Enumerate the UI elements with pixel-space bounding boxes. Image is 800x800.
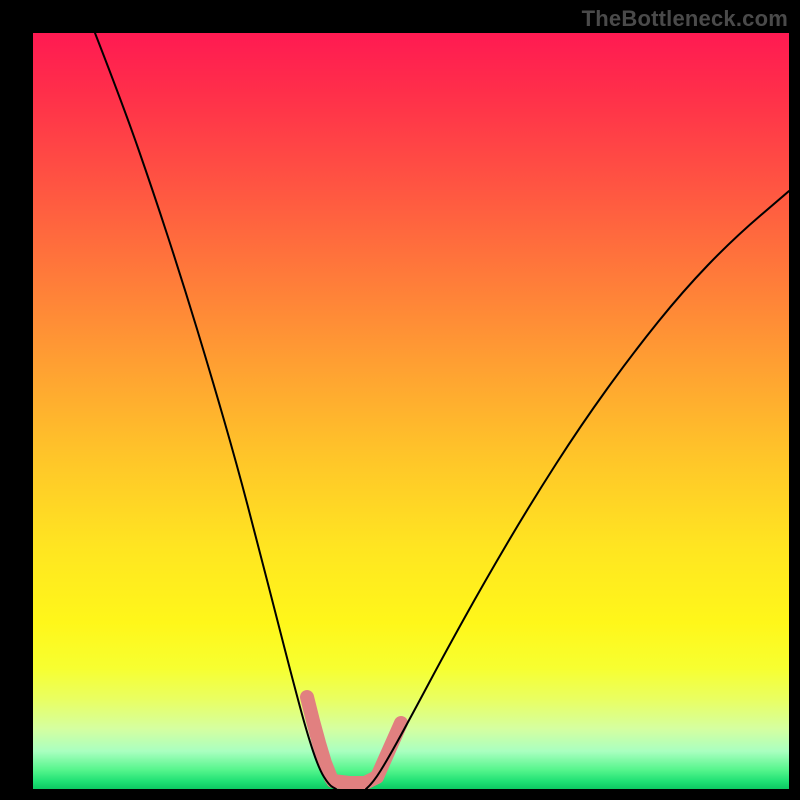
curves-svg [33, 33, 789, 789]
chart-frame: TheBottleneck.com [0, 0, 800, 800]
watermark-text: TheBottleneck.com [582, 6, 788, 32]
black-curves [95, 33, 789, 789]
left-curve [95, 33, 336, 789]
plot-area [33, 33, 789, 789]
right-curve [366, 191, 789, 789]
